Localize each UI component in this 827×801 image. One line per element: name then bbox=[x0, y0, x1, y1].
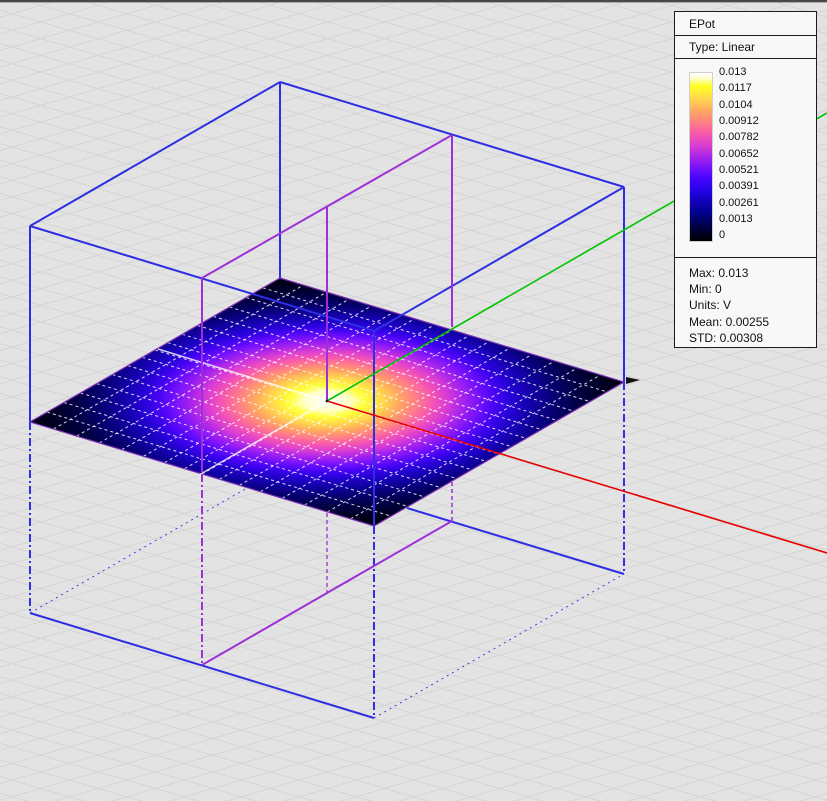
colorbar-tick-label: 0.0117 bbox=[719, 80, 759, 96]
colorbar-tick-label: 0.00782 bbox=[719, 129, 759, 145]
colorbar-tick-label: 0.013 bbox=[719, 64, 759, 80]
bounding-box-edge bbox=[30, 613, 374, 718]
plane-corner-marker bbox=[626, 377, 640, 384]
origin-marker bbox=[326, 400, 329, 403]
legend-stat-line: Mean: 0.00255 bbox=[689, 314, 816, 330]
bounding-box-edge bbox=[407, 508, 624, 574]
bounding-box-edge bbox=[374, 187, 624, 331]
legend-stat-line: Min: 0 bbox=[689, 281, 816, 297]
colorbar-tick-label: 0.00391 bbox=[719, 178, 759, 194]
colorbar-tick-label: 0.00652 bbox=[719, 146, 759, 162]
bounding-box-hidden-edge bbox=[30, 488, 247, 613]
window-top-bar-shadow bbox=[0, 2, 827, 3]
legend-panel: EPot Type: Linear 0.0130.01170.01040.009… bbox=[674, 11, 817, 348]
colorbar-tick-label: 0.00261 bbox=[719, 195, 759, 211]
legend-title: EPot bbox=[689, 17, 715, 31]
legend-stat-line: STD: 0.00308 bbox=[689, 330, 816, 346]
bounding-box-hidden-edge bbox=[374, 574, 624, 718]
bounding-box-edge bbox=[30, 82, 280, 226]
colorbar-tick-label: 0.00521 bbox=[719, 162, 759, 178]
application-screen: EPot Type: Linear 0.0130.01170.01040.009… bbox=[0, 0, 827, 801]
colorbar-tick-labels: 0.0130.01170.01040.009120.007820.006520.… bbox=[719, 64, 759, 244]
colorbar-tick-label: 0 bbox=[719, 227, 759, 243]
colorbar-zone: 0.0130.01170.01040.009120.007820.006520.… bbox=[675, 59, 816, 258]
colorbar-tick-label: 0.0013 bbox=[719, 211, 759, 227]
colorbar-gradient bbox=[689, 72, 713, 242]
colorbar-tick-label: 0.00912 bbox=[719, 113, 759, 129]
legend-stats: Max: 0.013Min: 0Units: VMean: 0.00255STD… bbox=[675, 258, 816, 346]
colorbar-tick-label: 0.0104 bbox=[719, 97, 759, 113]
legend-stat-line: Units: V bbox=[689, 297, 816, 313]
legend-scale-type: Type: Linear bbox=[689, 40, 755, 54]
legend-stat-line: Max: 0.013 bbox=[689, 265, 816, 281]
